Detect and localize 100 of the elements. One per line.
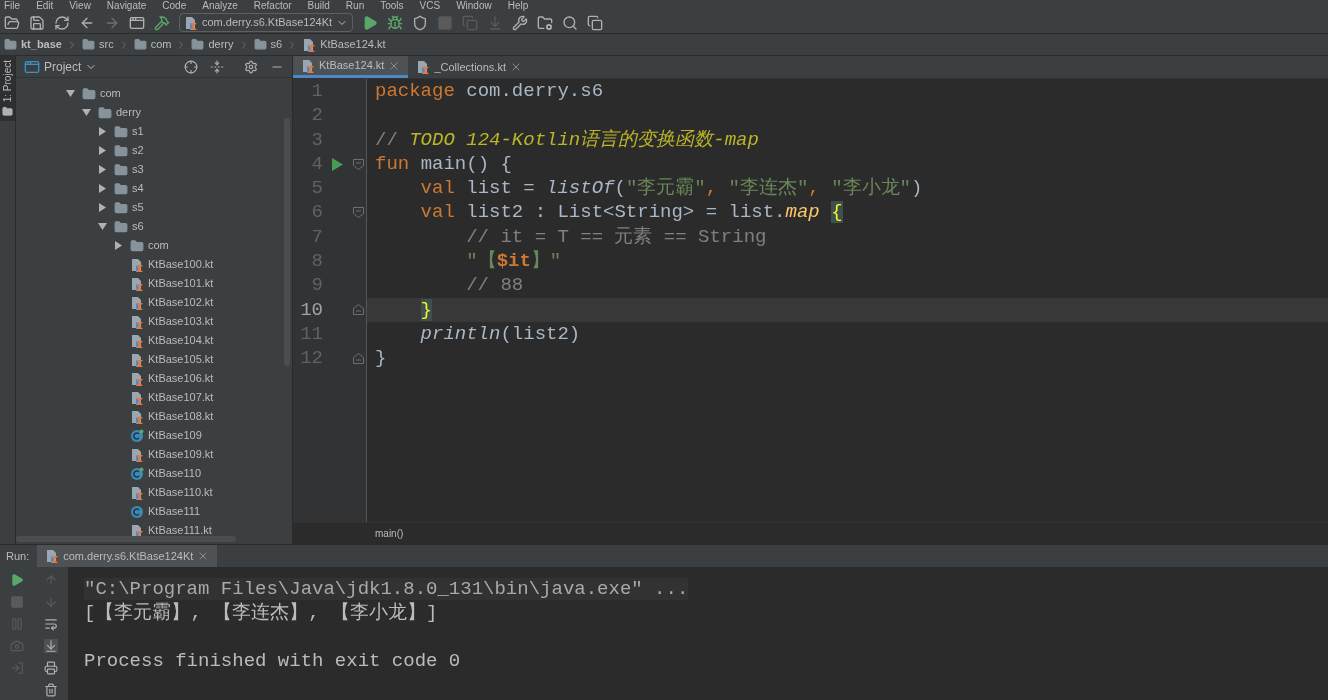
menu-item[interactable]: Tools: [380, 0, 404, 12]
run-tab[interactable]: com.derry.s6.KtBase124Kt: [37, 545, 218, 567]
hammer-icon[interactable]: [154, 14, 170, 31]
folder-icon[interactable]: [537, 14, 554, 31]
tree-item[interactable]: derry: [116, 104, 142, 121]
expanded-arrow-icon[interactable]: [82, 108, 91, 117]
breadcrumb[interactable]: com: [150, 36, 172, 53]
menu-item[interactable]: View: [69, 0, 91, 12]
tree-item[interactable]: KtBase109: [148, 427, 202, 444]
tree-item[interactable]: KtBase111: [148, 503, 201, 520]
breadcrumb[interactable]: KtBase124.kt: [320, 36, 386, 53]
folder-icon: [98, 105, 112, 120]
code-breadcrumb[interactable]: main(): [375, 526, 404, 541]
project-tool-tab[interactable]: 1: Project: [0, 56, 15, 122]
kotlin-file-icon: [301, 58, 315, 73]
menu-item[interactable]: Window: [456, 0, 492, 12]
expanded-arrow-icon[interactable]: [98, 222, 107, 231]
tree-item[interactable]: s6: [132, 218, 144, 235]
shield-icon[interactable]: [412, 14, 429, 31]
tree-item[interactable]: s1: [132, 123, 144, 140]
rerun-icon[interactable]: [10, 573, 24, 587]
tree-item[interactable]: KtBase106.kt: [148, 370, 214, 387]
sync-icon[interactable]: [54, 14, 70, 31]
tree-item[interactable]: KtBase110: [148, 465, 201, 482]
breadcrumb[interactable]: src: [99, 36, 114, 53]
fold-icon[interactable]: [352, 207, 364, 219]
tree-item[interactable]: KtBase111.kt: [148, 522, 212, 539]
bug-icon[interactable]: [387, 14, 404, 31]
scrollbar[interactable]: [16, 536, 236, 542]
line-number: 10: [299, 297, 323, 322]
tree-item[interactable]: KtBase110.kt: [148, 484, 213, 501]
fold-icon[interactable]: [352, 304, 364, 316]
tree-item[interactable]: KtBase105.kt: [148, 351, 214, 368]
collapsed-arrow-icon[interactable]: [98, 165, 107, 174]
fold-icon[interactable]: [352, 158, 364, 170]
tree-item[interactable]: KtBase107.kt: [148, 389, 214, 406]
tree-item[interactable]: com: [148, 237, 169, 254]
menu-item[interactable]: VCS: [419, 0, 441, 12]
scroll-to-end-icon[interactable]: [44, 639, 58, 653]
run-icon[interactable]: [362, 14, 379, 31]
breadcrumb[interactable]: kt_base: [21, 36, 62, 53]
close-icon[interactable]: [510, 61, 522, 73]
tree-item[interactable]: KtBase108.kt: [148, 408, 214, 425]
collapsed-arrow-icon[interactable]: [98, 146, 107, 155]
collapse-icon[interactable]: [210, 59, 224, 74]
breadcrumb[interactable]: derry: [208, 36, 234, 53]
collapsed-arrow-icon[interactable]: [114, 241, 123, 250]
menu-item[interactable]: Code: [162, 0, 187, 12]
expanded-arrow-icon[interactable]: [66, 89, 75, 98]
tree-item[interactable]: s2: [132, 142, 144, 159]
collapsed-arrow-icon[interactable]: [98, 203, 107, 212]
kotlin-icon: [45, 549, 60, 563]
main-class-icon: [130, 466, 144, 481]
fold-icon[interactable]: [352, 352, 364, 364]
tree-item[interactable]: KtBase100.kt: [148, 256, 214, 273]
breadcrumb[interactable]: s6: [270, 36, 283, 53]
folder-icon: [82, 86, 96, 101]
settings-icon[interactable]: [244, 59, 258, 74]
tree-item[interactable]: KtBase103.kt: [148, 313, 214, 330]
window-icon: [24, 58, 40, 75]
menu-item[interactable]: Edit: [36, 0, 54, 12]
tree-item[interactable]: s3: [132, 161, 144, 178]
trash-icon[interactable]: [44, 683, 58, 697]
collapsed-arrow-icon[interactable]: [98, 127, 107, 136]
editor-tab[interactable]: KtBase124.kt: [293, 56, 409, 78]
tree-item[interactable]: KtBase109.kt: [148, 446, 214, 463]
menu-item[interactable]: Help: [507, 0, 529, 12]
menu-item[interactable]: Analyze: [202, 0, 238, 12]
kotlin-file-icon: [416, 60, 431, 74]
tree-item[interactable]: KtBase101.kt: [148, 275, 214, 292]
kotlin-icon: [184, 15, 198, 30]
wrap-icon[interactable]: [44, 617, 58, 631]
menu-item[interactable]: File: [4, 0, 21, 12]
tree-item[interactable]: s5: [132, 199, 144, 216]
menu-item[interactable]: Refactor: [253, 0, 292, 12]
tree-item[interactable]: KtBase104.kt: [148, 332, 214, 349]
menu-item[interactable]: Run: [345, 0, 365, 12]
run-config-dropdown[interactable]: com.derry.s6.KtBase124Kt: [179, 13, 354, 32]
menu-item[interactable]: Navigate: [106, 0, 147, 12]
tree-item[interactable]: com: [100, 85, 121, 102]
folder-icon: [114, 124, 128, 139]
locate-icon[interactable]: [184, 59, 198, 74]
collapsed-arrow-icon[interactable]: [98, 184, 107, 193]
tree-item[interactable]: KtBase102.kt: [148, 294, 214, 311]
run-gutter-icon[interactable]: [331, 157, 343, 171]
windows-icon[interactable]: [587, 14, 604, 31]
kotlin-file-icon: [130, 333, 144, 348]
settings-icon[interactable]: [512, 14, 529, 31]
open-folder-icon[interactable]: [4, 14, 20, 31]
folder-icon: [114, 219, 128, 234]
kotlin-file-icon: [130, 409, 144, 424]
save-icon[interactable]: [29, 14, 45, 31]
window-icon[interactable]: [129, 14, 145, 31]
folder-icon: [253, 38, 267, 51]
menu-item[interactable]: Build: [307, 0, 330, 12]
print-icon[interactable]: [44, 661, 58, 675]
search-icon[interactable]: [562, 14, 579, 31]
project-view-dropdown[interactable]: Project: [44, 57, 98, 76]
tree-item[interactable]: s4: [132, 180, 144, 197]
folder-icon: [114, 162, 128, 177]
